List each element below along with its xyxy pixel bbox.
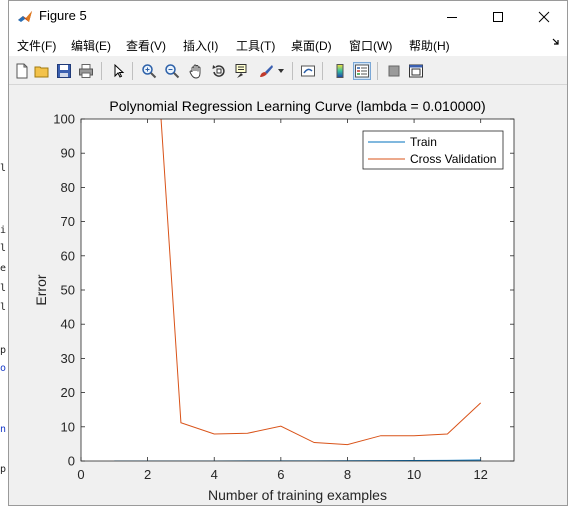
menu-desktop[interactable]: 桌面(D) bbox=[291, 37, 332, 54]
legend-label-cross-validation: Cross Validation bbox=[410, 152, 496, 166]
new-figure-icon bbox=[16, 63, 28, 79]
background-text: l bbox=[0, 302, 7, 313]
y-tick-label: 80 bbox=[61, 180, 75, 195]
learning-curve-chart: 0 2 4 6 8 10 12 0 10 20 30 40 50 60 70 80 90 100 Polynomi… bbox=[33, 98, 515, 503]
zoom-out-button[interactable] bbox=[163, 62, 181, 80]
pointer-button[interactable] bbox=[109, 62, 127, 80]
menu-view[interactable]: 查看(V) bbox=[126, 37, 166, 54]
chart-title: Polynomial Regression Learning Curve (la… bbox=[109, 98, 485, 114]
y-axis-label: Error bbox=[33, 274, 49, 305]
menu-edit[interactable]: 编辑(E) bbox=[71, 37, 111, 54]
y-tick-label: 60 bbox=[61, 248, 75, 263]
y-tick-label: 70 bbox=[61, 214, 75, 229]
y-tick-label: 100 bbox=[53, 112, 75, 127]
print-icon bbox=[79, 64, 93, 78]
maximize-button[interactable] bbox=[475, 1, 521, 32]
colorbar-icon bbox=[336, 64, 344, 78]
menu-window[interactable]: 窗口(W) bbox=[349, 37, 392, 54]
menu-file[interactable]: 文件(F) bbox=[17, 37, 56, 54]
y-tick-label: 20 bbox=[61, 385, 75, 400]
x-tick-label: 0 bbox=[77, 467, 84, 482]
background-text: l bbox=[0, 243, 7, 254]
new-figure-button[interactable] bbox=[13, 62, 31, 80]
y-tick-label: 0 bbox=[68, 454, 75, 469]
menu-tools[interactable]: 工具(T) bbox=[236, 37, 275, 54]
x-tick-label: 12 bbox=[473, 467, 487, 482]
close-button[interactable] bbox=[521, 1, 567, 32]
x-axis-label: Number of training examples bbox=[208, 487, 387, 503]
background-window-edge bbox=[568, 90, 576, 470]
hide-plot-tools-button[interactable] bbox=[385, 62, 403, 80]
rotate-3d-icon bbox=[212, 65, 225, 77]
x-tick-label: 4 bbox=[211, 467, 218, 482]
chevron-icon[interactable] bbox=[551, 37, 561, 47]
data-cursor-icon bbox=[235, 64, 247, 78]
background-text: l bbox=[0, 163, 7, 174]
y-tick-label: 90 bbox=[61, 146, 75, 161]
toolbar-separator bbox=[377, 62, 378, 80]
show-plot-tools-icon bbox=[409, 64, 423, 78]
legend-icon bbox=[355, 64, 369, 78]
open-file-button[interactable] bbox=[33, 62, 51, 80]
print-button[interactable] bbox=[77, 62, 95, 80]
chevron-down-icon bbox=[278, 69, 284, 73]
zoom-out-icon bbox=[165, 64, 180, 79]
menu-help[interactable]: 帮助(H) bbox=[409, 37, 450, 54]
y-tick-label: 50 bbox=[61, 283, 75, 298]
brush-dropdown[interactable] bbox=[276, 62, 286, 80]
background-text: o bbox=[0, 363, 7, 374]
y-tick-label: 40 bbox=[61, 317, 75, 332]
zoom-in-icon bbox=[142, 64, 157, 79]
pointer-icon bbox=[114, 63, 125, 78]
legend-label-train: Train bbox=[410, 135, 437, 149]
background-text: l bbox=[0, 283, 7, 294]
background-text: n bbox=[0, 424, 7, 435]
toolbar-separator bbox=[322, 62, 323, 80]
title-bar[interactable]: Figure 5 bbox=[9, 1, 567, 32]
background-text: i bbox=[0, 225, 7, 236]
x-tick-label: 6 bbox=[277, 467, 284, 482]
pan-icon bbox=[189, 64, 201, 79]
background-text: p bbox=[0, 345, 7, 356]
figure-canvas[interactable]: 0 2 4 6 8 10 12 0 10 20 30 40 50 60 70 80 90 100 Polynomi… bbox=[9, 85, 567, 505]
toolbar-separator bbox=[132, 62, 133, 80]
x-tick-label: 10 bbox=[407, 467, 421, 482]
link-plot-button[interactable] bbox=[299, 62, 317, 80]
minimize-icon bbox=[447, 16, 457, 18]
colorbar-button[interactable] bbox=[331, 62, 349, 80]
menu-bar: 文件(F) 编辑(E) 查看(V) 插入(I) 工具(T) 桌面(D) 窗口(W… bbox=[9, 32, 567, 56]
show-plot-tools-button[interactable] bbox=[407, 62, 425, 80]
y-tick-label: 10 bbox=[61, 419, 75, 434]
close-icon bbox=[538, 11, 550, 22]
pan-button[interactable] bbox=[187, 62, 205, 80]
brush-icon bbox=[260, 65, 273, 77]
x-tick-label: 8 bbox=[344, 467, 351, 482]
y-tick-label: 30 bbox=[61, 351, 75, 366]
toolbar-separator bbox=[292, 62, 293, 80]
legend-button[interactable] bbox=[353, 62, 371, 80]
hide-plot-tools-icon bbox=[388, 65, 400, 77]
save-button[interactable] bbox=[55, 62, 73, 80]
zoom-in-button[interactable] bbox=[140, 62, 158, 80]
window-title: Figure 5 bbox=[39, 8, 87, 23]
menu-insert[interactable]: 插入(I) bbox=[183, 37, 218, 54]
matlab-logo-icon bbox=[18, 11, 32, 22]
data-cursor-button[interactable] bbox=[233, 62, 251, 80]
plot-area bbox=[81, 119, 514, 461]
maximize-icon bbox=[493, 11, 503, 22]
save-icon bbox=[57, 64, 71, 78]
figure-window: Figure 5 文件(F) 编辑(E) 查看(V) 插入(I) 工具(T) 桌… bbox=[8, 0, 568, 506]
background-text: e bbox=[0, 263, 7, 274]
link-plot-icon bbox=[301, 65, 315, 77]
minimize-button[interactable] bbox=[429, 1, 475, 32]
legend[interactable]: Train Cross Validation bbox=[362, 130, 504, 170]
background-text: p bbox=[0, 464, 7, 475]
rotate-3d-button[interactable] bbox=[210, 62, 228, 80]
figure-toolbar bbox=[9, 57, 567, 85]
toolbar-separator bbox=[101, 62, 102, 80]
brush-button[interactable] bbox=[257, 62, 275, 80]
open-file-icon bbox=[34, 66, 49, 78]
x-tick-label: 2 bbox=[144, 467, 151, 482]
